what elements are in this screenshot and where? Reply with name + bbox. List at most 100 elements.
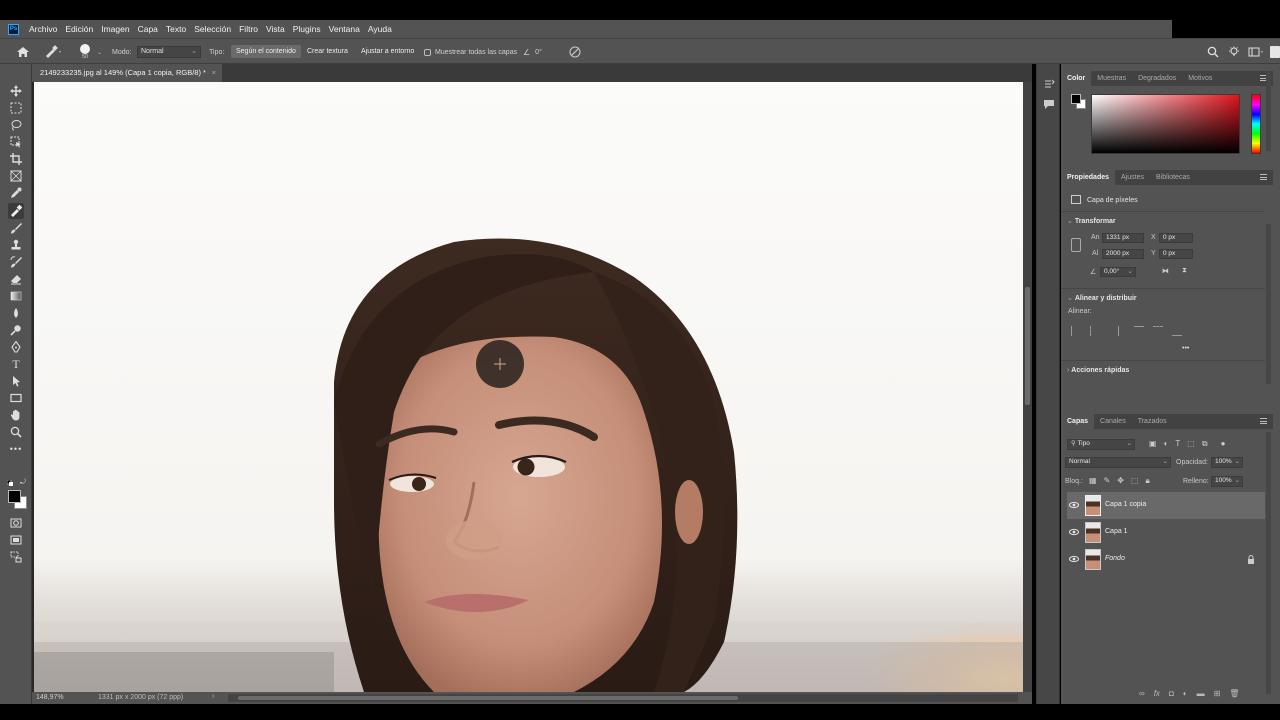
- fill-field[interactable]: 100% ⌄: [1211, 476, 1243, 487]
- color-picker-field[interactable]: [1091, 94, 1240, 154]
- swap-colors-icon[interactable]: ⤾: [20, 479, 28, 487]
- menu-archivo[interactable]: Archivo: [25, 20, 61, 38]
- flip-horizontal-icon[interactable]: ⧓: [1162, 267, 1169, 275]
- workspace-layout-icon[interactable]: [1248, 39, 1264, 65]
- align-left-icon[interactable]: [1071, 326, 1081, 336]
- menu-plugins[interactable]: Plugins: [289, 20, 325, 38]
- menu-vista[interactable]: Vista: [262, 20, 289, 38]
- align-section-title[interactable]: ⌄ Alinear y distribuir: [1067, 294, 1137, 302]
- align-top-icon[interactable]: [1134, 326, 1144, 336]
- new-layer-icon[interactable]: ⊞: [1214, 689, 1221, 698]
- menu-texto[interactable]: Texto: [162, 20, 190, 38]
- type-content-aware-button[interactable]: Según el contenido: [231, 45, 301, 58]
- new-group-icon[interactable]: ▬: [1197, 689, 1205, 698]
- brush-size-picker[interactable]: 50: [80, 39, 90, 65]
- gradient-icon[interactable]: [9, 289, 23, 303]
- rectangular-marquee-icon[interactable]: [9, 101, 23, 115]
- spot-healing-tool-preset-icon[interactable]: [44, 39, 62, 65]
- photo-canvas[interactable]: [34, 82, 1023, 692]
- filter-toggle-icon[interactable]: ●: [1221, 439, 1226, 449]
- rectangle-shape-icon[interactable]: [9, 391, 23, 405]
- properties-panel-scrollbar[interactable]: [1266, 224, 1271, 384]
- layers-panel-menu-icon[interactable]: [1260, 418, 1267, 424]
- transform-section-title[interactable]: ⌄ Transformar: [1067, 217, 1116, 225]
- tab-libraries[interactable]: Bibliotecas: [1150, 170, 1196, 185]
- align-right-icon[interactable]: [1109, 326, 1119, 336]
- quick-actions-section-title[interactable]: › Acciones rápidas: [1067, 367, 1129, 374]
- frame-icon[interactable]: [9, 169, 23, 183]
- lock-artboard-icon[interactable]: ⬚: [1131, 476, 1139, 486]
- type-proximity-match-button[interactable]: Ajustar a entorno: [356, 45, 419, 58]
- height-field[interactable]: 2000 px: [1102, 249, 1144, 259]
- link-dimensions-icon[interactable]: [1071, 238, 1081, 252]
- tab-patterns[interactable]: Motivos: [1182, 71, 1218, 86]
- hue-slider[interactable]: [1251, 94, 1261, 154]
- rotation-field[interactable]: 0,00° ⌄: [1100, 267, 1136, 277]
- horizontal-scrollbar-thumb[interactable]: [238, 696, 738, 700]
- path-selection-icon[interactable]: [9, 374, 23, 388]
- layers-panel-scrollbar[interactable]: [1266, 432, 1271, 694]
- pen-icon[interactable]: [9, 340, 23, 354]
- horizontal-scrollbar[interactable]: [228, 694, 1018, 702]
- clone-stamp-icon[interactable]: [9, 238, 23, 252]
- tab-paths[interactable]: Trazados: [1132, 414, 1173, 429]
- more-tools-icon[interactable]: •••: [9, 442, 23, 456]
- delete-layer-icon[interactable]: 🗑︎: [1229, 689, 1239, 698]
- eye-icon[interactable]: [1069, 527, 1079, 537]
- menu-seleccion[interactable]: Selección: [190, 20, 235, 38]
- menu-imagen[interactable]: Imagen: [97, 20, 133, 38]
- edit-toolbar-icon[interactable]: [9, 550, 23, 564]
- filter-adjustment-icon[interactable]: ◐: [1164, 439, 1169, 449]
- brush-angle[interactable]: ∠ 0°: [523, 39, 542, 65]
- foreground-color-swatch[interactable]: [8, 490, 21, 503]
- blend-mode-select[interactable]: Normal ⌄: [1065, 457, 1171, 468]
- align-middle-v-icon[interactable]: [1153, 326, 1163, 336]
- screen-mode-icon[interactable]: [9, 533, 23, 547]
- filter-pixel-icon[interactable]: ▣: [1149, 439, 1157, 449]
- blur-icon[interactable]: [9, 306, 23, 320]
- x-field[interactable]: 0 px: [1159, 233, 1193, 243]
- spot-healing-brush-icon[interactable]: [8, 203, 24, 219]
- lock-icon[interactable]: [1247, 555, 1255, 564]
- add-mask-icon[interactable]: ◘: [1169, 689, 1174, 698]
- zoom-icon[interactable]: [9, 425, 23, 439]
- vertical-scrollbar[interactable]: [1023, 82, 1032, 692]
- lock-position-icon[interactable]: ✥: [1117, 476, 1124, 486]
- menu-ventana[interactable]: Ventana: [325, 20, 364, 38]
- move-tool-icon[interactable]: [9, 84, 23, 98]
- color-panel-scrollbar[interactable]: [1266, 71, 1271, 151]
- home-icon[interactable]: [16, 39, 30, 65]
- filter-type-icon[interactable]: T: [1175, 439, 1180, 449]
- crop-icon[interactable]: [9, 152, 23, 166]
- menu-edicion[interactable]: Edición: [61, 20, 97, 38]
- lock-all-icon[interactable]: 🔒︎: [1146, 476, 1150, 486]
- tab-gradients[interactable]: Degradados: [1132, 71, 1182, 86]
- y-field[interactable]: 0 px: [1159, 249, 1193, 259]
- layer-effects-icon[interactable]: fx: [1154, 689, 1160, 698]
- more-options-icon[interactable]: •••: [1182, 345, 1189, 352]
- filter-shape-icon[interactable]: ⬚: [1187, 439, 1195, 449]
- sample-all-layers-checkbox[interactable]: [424, 48, 431, 56]
- lasso-icon[interactable]: [9, 118, 23, 132]
- lock-transparent-icon[interactable]: ▦: [1089, 476, 1097, 486]
- share-icon[interactable]: [1270, 39, 1280, 65]
- discover-lightbulb-icon[interactable]: [1228, 39, 1240, 65]
- pressure-size-icon[interactable]: [569, 39, 581, 65]
- object-selection-icon[interactable]: [9, 135, 23, 149]
- close-tab-icon[interactable]: ×: [212, 64, 216, 82]
- tab-properties[interactable]: Propiedades: [1061, 170, 1116, 185]
- status-menu-arrow[interactable]: ›: [212, 693, 214, 700]
- vertical-scrollbar-thumb[interactable]: [1025, 287, 1030, 405]
- dodge-icon[interactable]: [9, 323, 23, 337]
- align-center-h-icon[interactable]: [1090, 326, 1100, 336]
- eyedropper-icon[interactable]: [9, 186, 23, 200]
- history-brush-icon[interactable]: [9, 255, 23, 269]
- eye-icon[interactable]: [1069, 554, 1079, 564]
- tab-color[interactable]: Color: [1061, 71, 1092, 86]
- layer-row-capa-1[interactable]: Capa 1: [1067, 519, 1265, 546]
- menu-ayuda[interactable]: Ayuda: [364, 20, 396, 38]
- comments-panel-icon[interactable]: [1043, 98, 1055, 112]
- type-create-texture-button[interactable]: Crear textura: [302, 45, 353, 58]
- eye-icon[interactable]: [1069, 500, 1079, 510]
- filter-smart-object-icon[interactable]: ⧉: [1202, 439, 1208, 449]
